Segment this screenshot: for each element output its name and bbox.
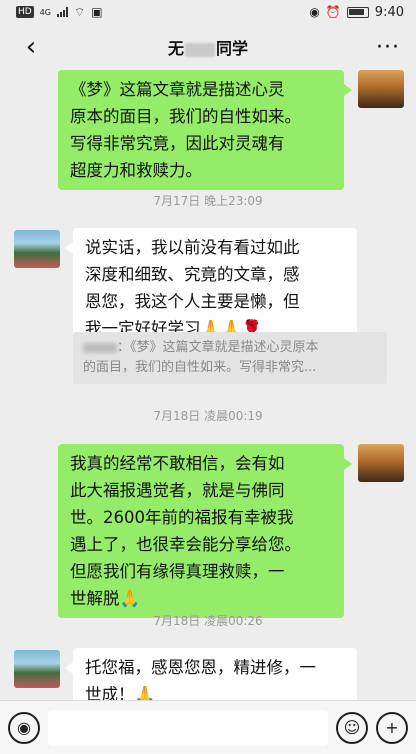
message-line: 托您福，感恩您恩，精进修，一 bbox=[85, 658, 316, 677]
chat-title-left: 无 bbox=[167, 39, 184, 58]
network-badge: HD bbox=[16, 6, 34, 18]
contact-avatar[interactable] bbox=[14, 650, 60, 688]
back-button[interactable]: ‹ bbox=[16, 32, 46, 62]
message-line: 《梦》这篇文章就是描述心灵 bbox=[70, 80, 285, 99]
quoted-message[interactable]: ：《梦》这篇文章就是描述心灵原本 的面目，我们的自性如来。写得非常究... bbox=[73, 332, 387, 384]
sim-icon: ▣ bbox=[91, 5, 103, 19]
quote-line: 的面目，我们的自性如来。写得非常究... bbox=[83, 360, 317, 375]
emoji-icon: ☺ bbox=[343, 718, 361, 737]
my-avatar[interactable] bbox=[358, 444, 404, 482]
signal-icon bbox=[57, 7, 68, 17]
message-line: 说实话，我以前没有看过如此 bbox=[85, 238, 300, 257]
message-line: 此大福报遇觉者，就是与佛同 bbox=[70, 481, 285, 500]
chevron-left-icon: ‹ bbox=[25, 32, 37, 62]
message-line: 遇上了，也很幸会能分享给您。 bbox=[70, 535, 301, 554]
battery-icon bbox=[346, 6, 369, 18]
redacted-quote-sender bbox=[83, 342, 117, 353]
received-message-bubble[interactable]: 说实话，我以前没有看过如此 深度和细致、究竟的文章，感 恩您，我这个人主要是懒，… bbox=[65, 228, 357, 348]
message-line: 我真的经常不敢相信，会有如 bbox=[70, 454, 285, 473]
chat-title-right: 同学 bbox=[216, 39, 249, 58]
emoji-button[interactable]: ☺ bbox=[336, 711, 368, 744]
voice-icon: ◉ bbox=[17, 718, 31, 737]
clock-time: 9:40 bbox=[374, 4, 404, 20]
status-bar: HD 4G ⌔ ▣ ◉ ⏰ 9:40 bbox=[0, 0, 416, 24]
alarm-icon: ⏰ bbox=[325, 5, 341, 19]
redacted-name bbox=[185, 42, 215, 57]
message-list[interactable]: 《梦》这篇文章就是描述心灵 原本的面目，我们的自性如来。 写得非常究竟，因此对灵… bbox=[0, 70, 416, 700]
input-bar: ◉ ☺ + bbox=[0, 700, 416, 754]
received-message-bubble[interactable]: 托您福，感恩您恩，精进修，一 世成！🙏 bbox=[65, 648, 357, 700]
message-line: 写得非常究竟，因此对灵魂有 bbox=[70, 134, 285, 153]
message-line: 深度和细致、究竟的文章，感 bbox=[85, 265, 300, 284]
timestamp: 7月17日 晚上23:09 bbox=[153, 194, 263, 208]
plus-icon: + bbox=[385, 718, 399, 737]
contact-avatar[interactable] bbox=[14, 230, 60, 268]
chat-header: ‹ 无 同学 ··· bbox=[0, 24, 416, 70]
message-line: 世成！🙏 bbox=[85, 685, 156, 700]
chat-title: 无 同学 bbox=[0, 35, 416, 59]
sent-message-bubble[interactable]: 我真的经常不敢相信，会有如 此大福报遇觉者，就是与佛同 世。2600年前的福报有… bbox=[58, 444, 352, 618]
message-line: 世。2600年前的福报有幸被我 bbox=[70, 508, 294, 527]
eye-icon: ◉ bbox=[309, 5, 320, 19]
message-line: 世解脱🙏 bbox=[70, 589, 141, 608]
message-line: 但愿我们有缘得真理救赎，一 bbox=[70, 562, 285, 581]
timestamp: 7月18日 凌晨00:26 bbox=[153, 614, 263, 628]
timestamp: 7月18日 凌晨00:19 bbox=[153, 409, 263, 423]
my-avatar[interactable] bbox=[358, 70, 404, 108]
quote-line: ：《梦》这篇文章就是描述心灵原本 bbox=[117, 340, 319, 355]
message-line: 恩您，我这个人主要是懒，但 bbox=[85, 292, 300, 311]
message-line: 原本的面目，我们的自性如来。 bbox=[70, 107, 301, 126]
voice-button[interactable]: ◉ bbox=[8, 711, 40, 744]
more-button[interactable]: ··· bbox=[376, 35, 400, 60]
message-input[interactable] bbox=[48, 709, 328, 746]
message-line: 超度力和救赎力。 bbox=[70, 161, 202, 180]
add-button[interactable]: + bbox=[376, 711, 408, 744]
wifi-icon: ⌔ bbox=[74, 4, 86, 19]
sent-message-bubble[interactable]: 《梦》这篇文章就是描述心灵 原本的面目，我们的自性如来。 写得非常究竟，因此对灵… bbox=[58, 70, 352, 190]
network-type: 4G bbox=[39, 7, 51, 17]
